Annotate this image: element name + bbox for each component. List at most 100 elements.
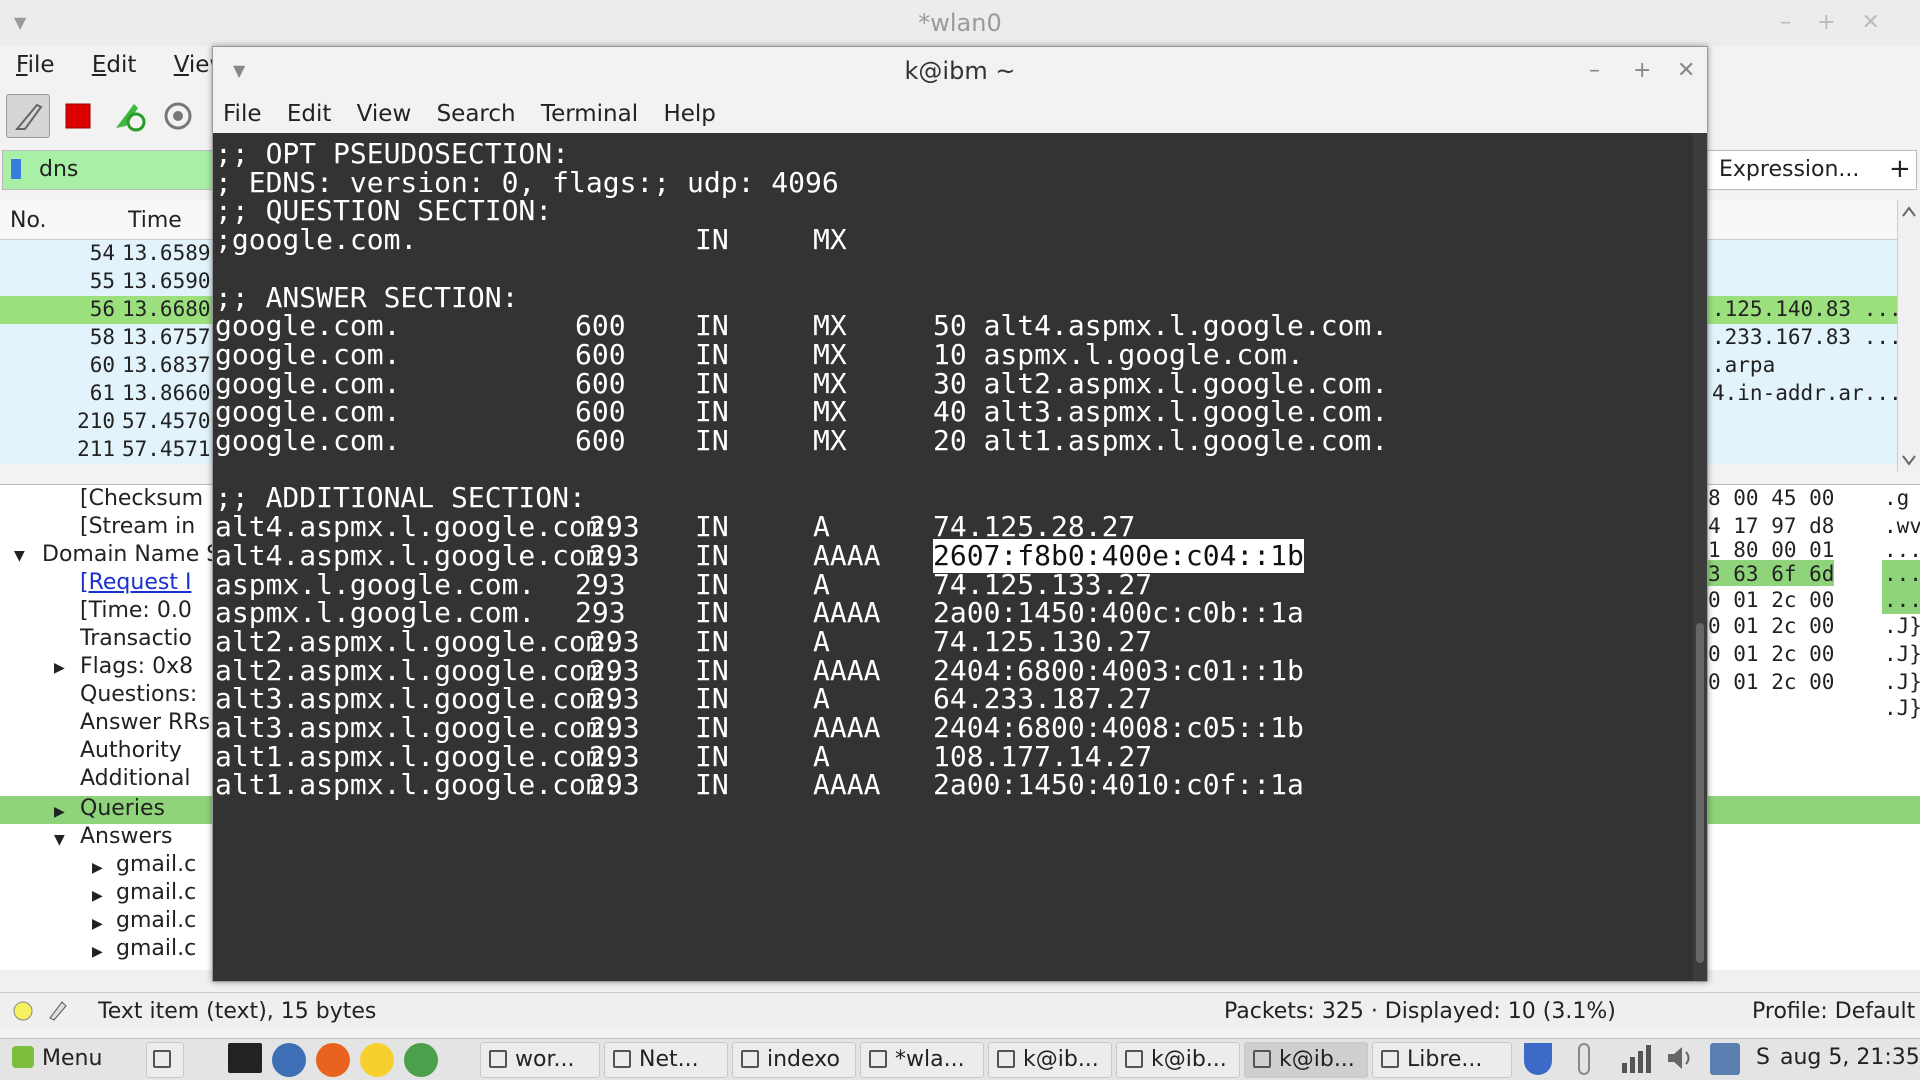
expression-button[interactable]: Expression... — [1719, 157, 1859, 182]
packet-list-scrollbar[interactable] — [1897, 200, 1919, 472]
record-data: 20 alt1.aspmx.l.google.com. — [933, 424, 1389, 457]
expand-triangle-icon[interactable]: ▶ — [54, 804, 65, 820]
expand-triangle-icon[interactable]: ▶ — [92, 888, 103, 904]
task-label: wor... — [515, 1047, 575, 1072]
terminal-scrollbar[interactable] — [1693, 133, 1707, 981]
desktop-icon — [153, 1050, 171, 1068]
add-filter-button[interactable]: + — [1889, 154, 1911, 184]
window-controls[interactable]: –+✕ — [1780, 0, 1906, 46]
task-button[interactable]: wor... — [480, 1042, 600, 1078]
task-button[interactable]: indexo — [732, 1042, 856, 1078]
term-menu-terminal[interactable]: Terminal — [531, 95, 638, 127]
thunderbird-launcher-icon[interactable] — [272, 1043, 306, 1077]
detail-line[interactable]: gmail.c — [116, 880, 196, 905]
edit-comment-icon[interactable] — [46, 998, 68, 1022]
network-launcher-icon[interactable] — [404, 1043, 438, 1077]
detail-line[interactable]: gmail.c — [116, 852, 196, 877]
packet-time: 13.6757 — [122, 325, 211, 349]
term-menu-search[interactable]: Search — [427, 95, 516, 127]
detail-line[interactable]: Answers — [80, 824, 173, 849]
detail-line[interactable]: Flags: 0x8 — [80, 654, 193, 679]
ws-menu-file[interactable]: File — [0, 46, 55, 78]
detail-line[interactable]: Transactio — [80, 626, 192, 651]
task-button[interactable]: *wla... — [860, 1042, 984, 1078]
status-field-info: Text item (text), 15 bytes — [98, 999, 377, 1024]
maximize-icon[interactable]: + — [1633, 47, 1651, 95]
packet-time: 13.6680 — [122, 297, 211, 321]
packet-no: 60 — [89, 353, 115, 377]
collapse-triangle-icon[interactable]: ▼ — [54, 832, 65, 848]
detail-line[interactable]: [Stream in — [80, 514, 195, 539]
task-button[interactable]: Libre... — [1372, 1042, 1512, 1078]
term-menu-file[interactable]: File — [213, 95, 262, 127]
hex-bytes: 0 01 2c 00 — [1708, 614, 1835, 638]
detail-line[interactable]: [Time: 0.0 — [80, 598, 192, 623]
terminal-menubar: File Edit View Search Terminal Help — [213, 95, 1707, 133]
record-name: ;google.com. — [215, 223, 418, 257]
hex-bytes: 0 01 2c 00 — [1708, 642, 1835, 666]
bookmark-icon[interactable] — [11, 159, 21, 179]
detail-line[interactable]: Additional — [80, 766, 190, 791]
expert-info-icon[interactable] — [12, 1000, 34, 1022]
firefox-launcher-icon[interactable] — [316, 1043, 350, 1077]
task-button[interactable]: k@ib... — [988, 1042, 1112, 1078]
detail-line[interactable]: gmail.c — [116, 908, 196, 933]
status-profile[interactable]: Profile: Default — [1752, 999, 1915, 1024]
minimize-icon[interactable]: – — [1589, 47, 1600, 95]
hex-bytes: 0 01 2c 00 — [1708, 588, 1835, 612]
sun-launcher-icon[interactable] — [360, 1043, 394, 1077]
detail-line[interactable]: Domain Name S — [42, 542, 220, 567]
terminal-launcher-icon[interactable] — [228, 1043, 262, 1073]
record-type: MX — [813, 223, 847, 257]
expand-triangle-icon[interactable]: ▶ — [92, 916, 103, 932]
collapse-triangle-icon[interactable]: ▼ — [14, 548, 25, 564]
scrollbar-thumb[interactable] — [1696, 623, 1704, 963]
detail-line[interactable]: Answer RRs — [80, 710, 210, 735]
terminal-titlebar: ▼ k@ibm ~ – + ✕ — [213, 47, 1707, 95]
detail-line-queries[interactable]: Queries — [80, 796, 165, 821]
display-filter-input[interactable]: dns — [39, 157, 78, 182]
column-time[interactable]: Time — [128, 208, 182, 233]
start-menu-button[interactable]: Menu — [4, 1042, 142, 1078]
detail-line[interactable]: gmail.c — [116, 936, 196, 961]
window-menu-icon[interactable]: ▼ — [14, 0, 26, 46]
column-no[interactable]: No. — [10, 208, 47, 233]
volume-icon[interactable] — [1664, 1043, 1696, 1073]
filter-valid-indicator — [3, 151, 213, 189]
terminal-output[interactable]: ;; OPT PSEUDOSECTION:; EDNS: version: 0,… — [213, 133, 1693, 981]
task-label: k@ib... — [1151, 1047, 1227, 1072]
hex-ascii: .wv — [1884, 514, 1920, 538]
expand-triangle-icon[interactable]: ▶ — [92, 944, 103, 960]
term-menu-edit[interactable]: Edit — [277, 95, 332, 127]
close-icon[interactable]: ✕ — [1677, 47, 1695, 95]
term-menu-view[interactable]: View — [347, 95, 412, 127]
keyboard-layout-indicator[interactable]: S — [1756, 1045, 1770, 1070]
shield-icon[interactable] — [1524, 1043, 1552, 1075]
detail-line[interactable]: Questions: — [80, 682, 197, 707]
expand-triangle-icon[interactable]: ▶ — [92, 860, 103, 876]
battery-icon[interactable] — [1710, 1043, 1740, 1075]
detail-line[interactable]: Authority — [80, 738, 182, 763]
task-button[interactable]: k@ib... — [1116, 1042, 1240, 1078]
term-menu-help[interactable]: Help — [653, 95, 715, 127]
start-capture-icon[interactable] — [6, 94, 50, 138]
expand-triangle-icon[interactable]: ▶ — [54, 660, 65, 676]
ws-menu-edit[interactable]: Edit — [62, 46, 137, 78]
detail-line[interactable]: [Checksum — [80, 486, 203, 511]
capture-options-icon[interactable] — [156, 94, 200, 138]
stop-capture-icon[interactable] — [56, 94, 100, 138]
terminal-icon — [1253, 1050, 1271, 1068]
wireshark-statusbar: Text item (text), 15 bytes Packets: 325 … — [0, 992, 1920, 1028]
temperature-icon[interactable] — [1578, 1043, 1590, 1075]
window-menu-icon[interactable]: ▼ — [233, 47, 245, 95]
restart-capture-icon[interactable] — [106, 94, 150, 138]
menu-label: Menu — [42, 1046, 103, 1071]
record-ttl: 600 — [575, 424, 626, 457]
clock[interactable]: aug 5, 21:35 — [1780, 1045, 1920, 1070]
task-button[interactable]: k@ib... — [1244, 1042, 1368, 1078]
network-signal-icon[interactable] — [1620, 1043, 1652, 1073]
show-desktop-button[interactable] — [146, 1042, 184, 1078]
task-button[interactable]: Net... — [604, 1042, 728, 1078]
record-type: MX — [813, 424, 847, 457]
detail-line-link[interactable]: [Request I — [80, 570, 191, 595]
